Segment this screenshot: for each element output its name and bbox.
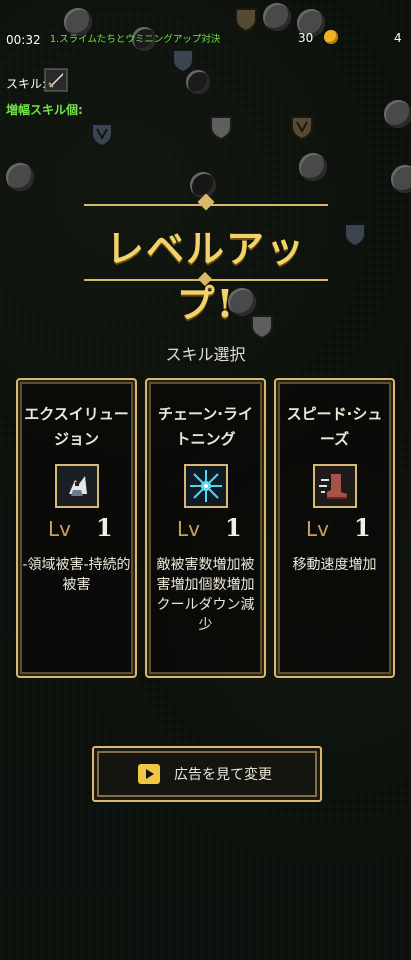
skill-label: スキル: xyxy=(6,77,47,91)
hud: 00:32 1.スライムたちとウミニングアップ対決 30 4 スキル: 増幅スキ… xyxy=(0,0,411,120)
skill-select-title: スキル選択 xyxy=(165,345,246,364)
banner-ornament xyxy=(197,193,215,211)
level-up-banner: レベルアップ! xyxy=(84,193,328,326)
level-prefix: Lv xyxy=(48,517,71,541)
chain-lightning-icon xyxy=(184,464,228,508)
skill-name: エクスイリュージョン xyxy=(24,405,129,448)
skill-description: 移動速度増加 xyxy=(292,557,377,573)
level-prefix: Lv xyxy=(306,517,329,541)
skill-name: チェーン·ライトニング xyxy=(158,405,253,448)
skill-level: 1 xyxy=(225,513,242,542)
skill-card-speed-shoes[interactable]: スピード·シューズ Lv 1 移動速度増加 xyxy=(274,378,395,678)
level-prefix: Lv xyxy=(177,517,200,541)
counter-value: 4 xyxy=(394,31,402,45)
boost-skill-label: 増幅スキル個: xyxy=(6,103,83,117)
play-icon xyxy=(138,764,160,784)
skill-card-chain-lightning[interactable]: チェーン·ライトニング Lv 1 敵被害数増加被害増加個数増加クールダウン減少 xyxy=(145,378,266,678)
watch-ad-reroll-button[interactable]: 広告を見て変更 xyxy=(92,746,322,802)
coin-icon xyxy=(324,30,338,44)
timer: 00:32 xyxy=(6,33,41,47)
sword-icon xyxy=(44,68,68,92)
coin-count: 30 xyxy=(298,31,314,45)
ad-button-label: 広告を見て変更 xyxy=(174,767,272,783)
skill-name: スピード·シューズ xyxy=(286,405,383,448)
skill-description: 敵被害数増加被害増加個数増加クールダウン減少 xyxy=(156,557,255,633)
skill-level: 1 xyxy=(96,513,113,542)
speed-shoes-icon xyxy=(313,464,357,508)
skill-card-exillusion[interactable]: エクスイリュージョン Lv 1 -領域被害-持続的被害 xyxy=(16,378,137,678)
skill-description: -領域被害-持続的被害 xyxy=(22,557,131,593)
stage-name: 1.スライムたちとウミニングアップ対決 xyxy=(50,34,221,45)
skill-cards: エクスイリュージョン Lv 1 -領域被害-持続的被害 チェーン·ライトニング … xyxy=(16,378,395,678)
exillusion-icon xyxy=(55,464,99,508)
skill-level: 1 xyxy=(354,513,371,542)
